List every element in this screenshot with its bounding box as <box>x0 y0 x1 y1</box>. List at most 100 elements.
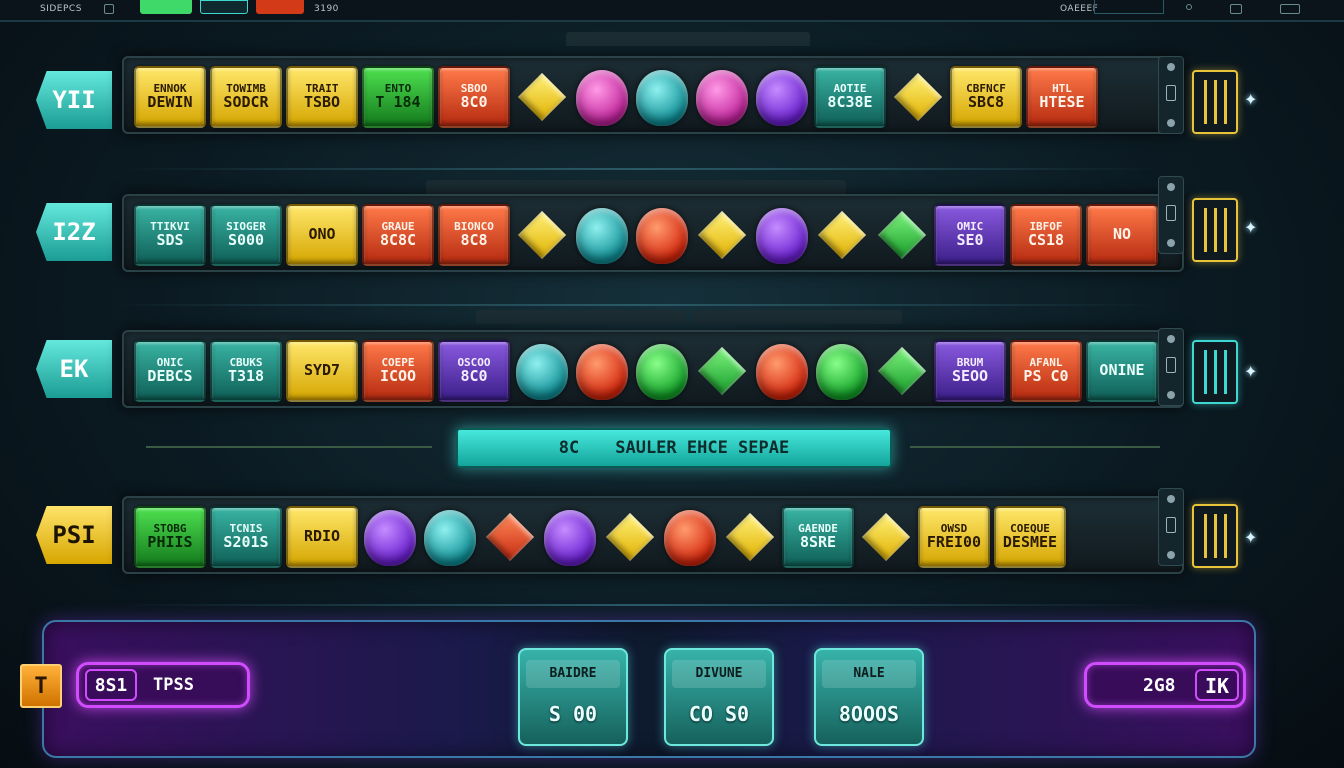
symbol-tile-main-text: T 184 <box>375 92 421 111</box>
top-left-label: SIDEPCS <box>40 4 82 14</box>
menu-toggle-icon[interactable] <box>104 4 114 14</box>
stat-value: S 00 <box>548 702 598 726</box>
cube-symbol-icon <box>485 512 535 562</box>
dot-icon[interactable] <box>1186 4 1192 10</box>
top-teal-chip[interactable] <box>200 0 248 14</box>
symbol-tile-main-text: 8C8 <box>460 230 488 249</box>
sparkle-icon: ✦ <box>1244 90 1258 109</box>
reel-row: STOBG PHIIS TCNIS S201S RDIO GAENDE 8SRE OWSD FR… <box>122 496 1184 574</box>
symbol-tile: CBFNCF SBC8 <box>950 66 1022 128</box>
gem-symbol-icon <box>636 208 688 264</box>
row-spin-button[interactable] <box>1192 198 1238 262</box>
knob-icon <box>1167 335 1175 343</box>
symbol-tile-main-text: 8C38E <box>827 92 873 111</box>
symbol-tile: GRAUE 8C8C <box>362 204 434 266</box>
stat-label: DIVUNE <box>672 660 766 688</box>
symbol-tile: AOTIE 8C38E <box>814 66 886 128</box>
stat-value: 8OOOS <box>838 702 900 726</box>
cube-symbol-icon <box>893 72 943 122</box>
symbol-tile: HTL HTESE <box>1026 66 1098 128</box>
row-label[interactable]: PSI <box>36 506 112 564</box>
top-green-chip[interactable] <box>140 0 192 14</box>
gem-symbol-icon <box>636 344 688 400</box>
symbol-tile: ENNOK DEWIN <box>134 66 206 128</box>
row-tab <box>692 310 902 324</box>
reel-row: ONIC DEBCS CBUKS T318 SYD7 COEPE ICOO OSCOO 8C0 B… <box>122 330 1184 408</box>
symbol-tile: TRAIT TSBO <box>286 66 358 128</box>
symbol-tile-main-text: S000 <box>227 230 265 249</box>
symbol-tile-main-text: RDIO <box>303 527 341 546</box>
menu-button[interactable]: T <box>20 664 62 708</box>
stat-panel-lines[interactable]: DIVUNE CO S0 <box>664 648 774 746</box>
symbol-tile: OWSD FREI00 <box>918 506 990 568</box>
row-tab <box>476 310 686 324</box>
gem-symbol-icon <box>516 344 568 400</box>
grid-icon[interactable] <box>1230 4 1242 14</box>
knob-icon <box>1167 119 1175 127</box>
symbol-tile: ONO <box>286 204 358 266</box>
banner-right-text: SAULER EHCE SEPAE <box>615 438 790 458</box>
row-divider <box>120 168 1160 170</box>
gem-symbol-icon <box>576 344 628 400</box>
stat-panel-total[interactable]: NALE 8OOOS <box>814 648 924 746</box>
symbol-tile: TCNIS S201S <box>210 506 282 568</box>
stat-value: CO S0 <box>688 702 750 726</box>
win-display[interactable]: 2G8 IK <box>1084 662 1246 708</box>
balance-display[interactable]: 8S1 TPSS <box>76 662 250 708</box>
row-label-text: EK <box>59 355 89 383</box>
row-label[interactable]: I2Z <box>36 203 112 261</box>
symbol-tile-main-text: HTESE <box>1039 92 1085 111</box>
symbol-tile-main-text: DEBCS <box>147 366 193 385</box>
symbol-tile-main-text: PS C0 <box>1023 366 1069 385</box>
row-spin-button[interactable] <box>1192 504 1238 568</box>
symbol-tile: ONINE <box>1086 340 1158 402</box>
symbol-tile-main-text: SBC8 <box>967 92 1005 111</box>
center-banner-button[interactable]: 8C SAULER EHCE SEPAE <box>456 428 892 468</box>
top-red-chip[interactable] <box>256 0 304 14</box>
symbol-tile-main-text: 8SRE <box>799 532 837 551</box>
window-icon[interactable] <box>1280 4 1300 14</box>
knob-icon <box>1167 391 1175 399</box>
row-divider <box>120 604 1160 606</box>
gem-symbol-icon <box>664 510 716 566</box>
gem-symbol-icon <box>576 208 628 264</box>
knob-icon <box>1167 551 1175 559</box>
symbol-tile-main-text: SEOO <box>951 366 989 385</box>
knob-icon <box>1167 183 1175 191</box>
symbol-tile: BIONCO 8C8 <box>438 204 510 266</box>
cube-symbol-icon <box>697 210 747 260</box>
symbol-tile: AFANL PS C0 <box>1010 340 1082 402</box>
symbol-tile: COEPE ICOO <box>362 340 434 402</box>
stat-panel-bet[interactable]: BAIDRE S 00 <box>518 648 628 746</box>
row-label-text: YII <box>52 86 96 114</box>
top-mid-label: 3190 <box>314 4 339 14</box>
symbol-tile: COEQUE DESMEE <box>994 506 1066 568</box>
row-tab <box>566 32 810 46</box>
gem-symbol-icon <box>816 344 868 400</box>
row-label[interactable]: YII <box>36 71 112 129</box>
symbol-tile: SBOO 8C0 <box>438 66 510 128</box>
row-label[interactable]: EK <box>36 340 112 398</box>
sparkle-icon: ✦ <box>1244 362 1258 381</box>
stat-label: NALE <box>822 660 916 688</box>
stat-label: BAIDRE <box>526 660 620 688</box>
row-side-control[interactable] <box>1158 176 1184 254</box>
row-side-control[interactable] <box>1158 488 1184 566</box>
row-side-control[interactable] <box>1158 328 1184 406</box>
symbol-tile-main-text: DEWIN <box>147 92 193 111</box>
symbol-tile: SIOGER S000 <box>210 204 282 266</box>
gem-symbol-icon <box>576 70 628 126</box>
slot-icon <box>1166 85 1176 101</box>
symbol-tile: GAENDE 8SRE <box>782 506 854 568</box>
reel-row: ENNOK DEWIN TOWIMB SODCR TRAIT TSBO ENTO T 184 S… <box>122 56 1184 134</box>
row-spin-button[interactable] <box>1192 340 1238 404</box>
symbol-tile-main-text: PHIIS <box>147 532 193 551</box>
sparkle-icon: ✦ <box>1244 528 1258 547</box>
row-spin-button[interactable] <box>1192 70 1238 134</box>
menu-button-label: T <box>34 673 48 699</box>
cube-symbol-icon <box>877 210 927 260</box>
gem-symbol-icon <box>364 510 416 566</box>
cube-symbol-icon <box>725 512 775 562</box>
banner-line-left <box>146 446 432 448</box>
row-side-control[interactable] <box>1158 56 1184 134</box>
